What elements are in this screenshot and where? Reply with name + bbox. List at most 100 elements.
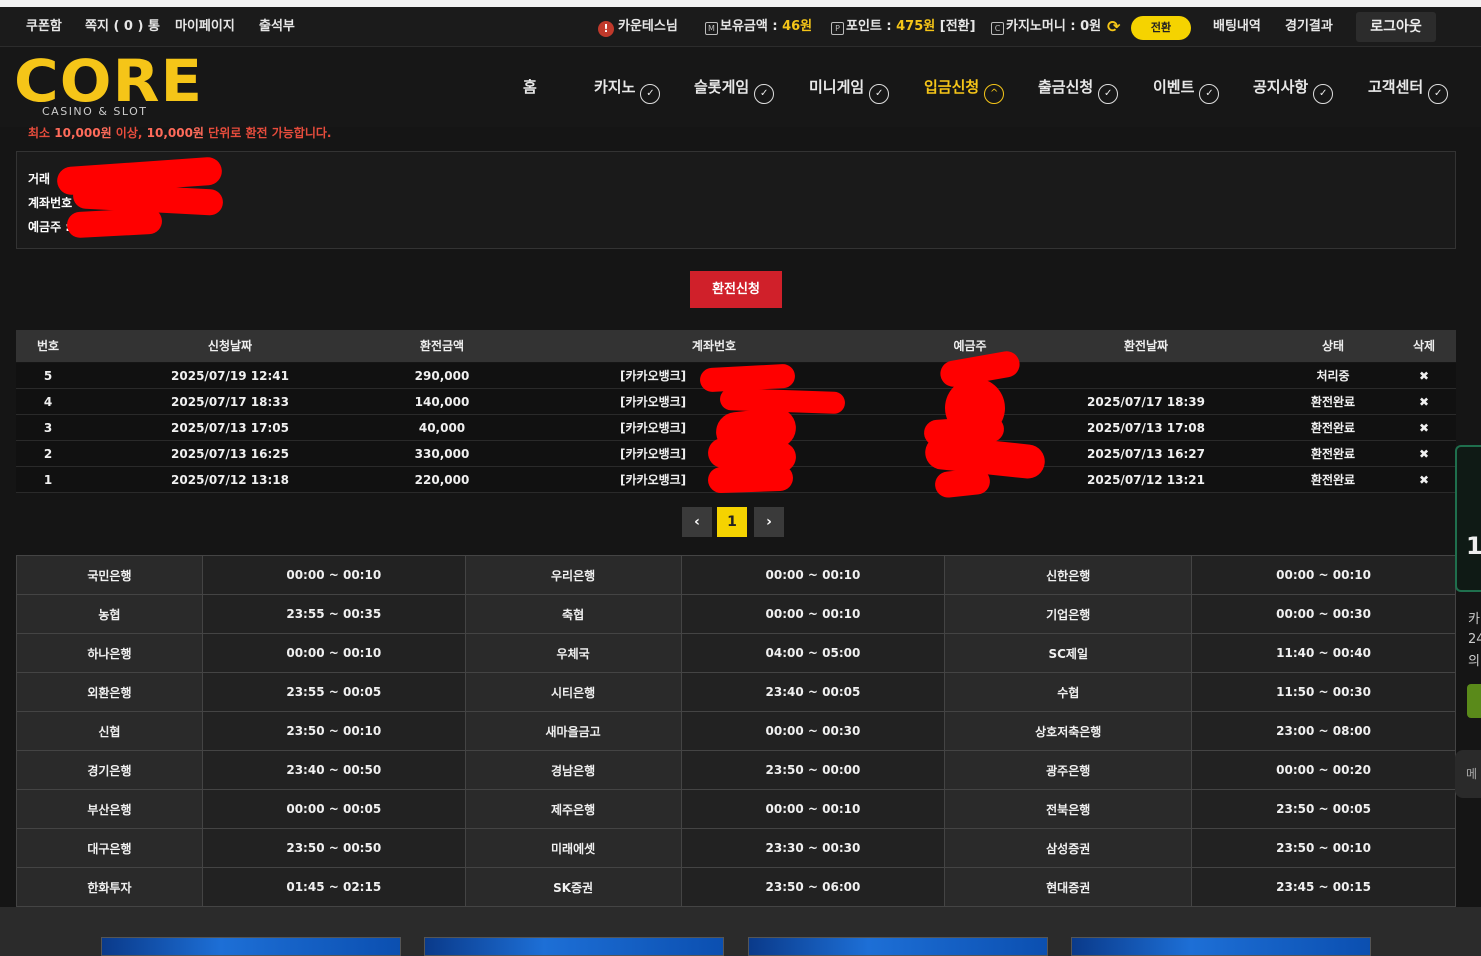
convert-button[interactable]: 전환 (1131, 16, 1191, 40)
logout-button[interactable]: 로그아웃 (1356, 12, 1436, 42)
nav-support[interactable]: 고객센터 ✓ (1368, 72, 1449, 104)
nav-casino[interactable]: 카지노 ✓ (594, 72, 661, 104)
bank-hours-row: 국민은행 00:00 ~ 00:10 우리은행 00:00 ~ 00:10 신한은행 00… (16, 555, 1456, 595)
header-status: 상태 (1321, 339, 1345, 353)
header-no: 번호 (36, 339, 60, 353)
side-menu-label: 메 (1466, 767, 1478, 781)
chevron-down-icon: ✓ (1199, 84, 1220, 104)
bank-time-cell: 11:50 ~ 00:30 (1191, 672, 1456, 712)
nav-withdraw[interactable]: 출금신청 ✓ (1038, 72, 1119, 104)
bank-name-cell: 상호저축은행 (944, 711, 1193, 751)
mypage-link[interactable]: 마이페이지 (175, 7, 235, 47)
refresh-icon[interactable]: ⟳ (1107, 18, 1125, 36)
game-banner[interactable] (748, 937, 1048, 956)
nav-label: 홈 (523, 78, 537, 96)
delete-icon[interactable]: ✖ (1400, 467, 1448, 493)
chevron-down-icon: ✓ (754, 84, 775, 104)
nav-deposit[interactable]: 입금신청 ^ (924, 72, 1005, 104)
game-banner[interactable] (101, 937, 401, 956)
header: CORE CASINO & SLOT 홈 카지노 ✓ 슬롯게임 ✓ 미니게임 ✓ 입금… (0, 47, 1481, 127)
bank-maintenance-table: 국민은행 00:00 ~ 00:10 우리은행 00:00 ~ 00:10 신한은행 00… (16, 555, 1456, 907)
redaction (707, 464, 794, 494)
bank-time-cell: 23:50 ~ 00:05 (1191, 789, 1456, 829)
header-amount: 환전금액 (419, 339, 465, 353)
casino-money-info: C 카지노머니 : 0원 (991, 7, 1101, 47)
bank-name-cell: 농협 (16, 594, 203, 634)
cell-date: 2025/07/12 13:18 (171, 473, 289, 487)
nav-label: 입금신청 (924, 78, 980, 96)
prev-page-button[interactable]: ‹ (682, 507, 712, 537)
nav-notice[interactable]: 공지사항 ✓ (1253, 72, 1334, 104)
side-widget-number: 1 (1466, 532, 1481, 560)
delete-icon[interactable]: ✖ (1400, 415, 1448, 441)
delete-icon[interactable]: ✖ (1400, 363, 1448, 389)
bank-hours-row: 농협 23:55 ~ 00:35 축협 00:00 ~ 00:10 기업은행 00:00 … (16, 594, 1456, 634)
cell-exchanged: 2025/07/13 17:08 (1087, 421, 1205, 435)
cell-no: 1 (43, 473, 53, 487)
bank-name-cell: 부산은행 (16, 789, 203, 829)
delete-icon[interactable]: ✖ (1400, 389, 1448, 415)
side-menu-button[interactable]: 메 (1455, 750, 1481, 798)
chevron-down-icon: ✓ (1428, 84, 1449, 104)
page-number-button[interactable]: 1 (717, 507, 747, 537)
nav-label: 공지사항 (1253, 78, 1309, 96)
cell-date: 2025/07/19 12:41 (171, 369, 289, 383)
game-banner[interactable] (424, 937, 724, 956)
cell-exchanged: 2025/07/13 16:27 (1087, 447, 1205, 461)
bank-time-cell: 23:45 ~ 00:15 (1191, 867, 1456, 907)
nav-label: 슬롯게임 (694, 78, 750, 96)
points-label: 포인트 : (846, 19, 897, 34)
nav-slot[interactable]: 슬롯게임 ✓ (694, 72, 775, 104)
cell-date: 2025/07/17 18:33 (171, 395, 289, 409)
game-banner[interactable] (1071, 937, 1371, 956)
bank-time-cell: 23:40 ~ 00:05 (680, 672, 946, 712)
side-widget[interactable] (1455, 445, 1481, 592)
bank-time-cell: 11:40 ~ 00:40 (1191, 633, 1456, 673)
balance-label: 보유금액 : (720, 19, 783, 34)
logo[interactable]: CORE (14, 51, 202, 111)
delete-icon[interactable]: ✖ (1400, 441, 1448, 467)
exchange-notice: 최소 10,000원 이상, 10,000원 단위로 환전 가능합니다. (28, 124, 331, 141)
bank-hours-row: 한화투자 01:45 ~ 02:15 SK증권 23:50 ~ 06:00 현대증권 23… (16, 867, 1456, 907)
bank-name-cell: 현대증권 (944, 867, 1193, 907)
match-results-link[interactable]: 경기결과 (1285, 7, 1333, 47)
cell-status: 처리중 (1316, 369, 1350, 383)
points-value: 475원 (896, 19, 936, 34)
bank-label: 거래 (28, 172, 51, 186)
chevron-up-icon: ^ (984, 84, 1005, 104)
user-name: 카운테스님 (618, 19, 678, 34)
exchange-request-button[interactable]: 환전신청 (690, 271, 782, 308)
account-holder-label: 예금주 : (28, 220, 71, 234)
nav-label: 고객센터 (1368, 78, 1424, 96)
bank-time-cell: 23:00 ~ 08:00 (1191, 711, 1456, 751)
nav-event[interactable]: 이벤트 ✓ (1153, 72, 1220, 104)
bank-name-cell: 우리은행 (464, 555, 682, 595)
cell-no: 5 (43, 369, 53, 383)
message-link[interactable]: 쪽지 ( 0 ) 통 (85, 7, 160, 47)
nav-minigame[interactable]: 미니게임 ✓ (809, 72, 890, 104)
nav-label: 미니게임 (809, 78, 865, 96)
nav-label: 이벤트 (1153, 78, 1195, 96)
side-action-button[interactable] (1467, 684, 1481, 718)
bank-name-cell: 시티은행 (464, 672, 682, 712)
nav-home[interactable]: 홈 (523, 72, 537, 102)
bank-hours-row: 대구은행 23:50 ~ 00:50 미래에셋 23:30 ~ 00:30 삼성증권 23… (16, 828, 1456, 868)
bank-hours-row: 신협 23:50 ~ 00:10 새마을금고 00:00 ~ 00:30 상호저축은행 2… (16, 711, 1456, 751)
cell-date: 2025/07/13 16:25 (171, 447, 289, 461)
bank-name-cell: 광주은행 (944, 750, 1193, 790)
attendance-link[interactable]: 출석부 (259, 7, 295, 47)
cell-status: 환전완료 (1310, 395, 1356, 409)
cell-amount: 290,000 (414, 369, 470, 383)
coupon-link[interactable]: 쿠폰함 (26, 7, 62, 47)
nav-label: 카지노 (594, 78, 636, 96)
bank-name-cell: 외환은행 (16, 672, 203, 712)
cell-exchanged (1076, 363, 1216, 389)
bank-time-cell: 23:30 ~ 00:30 (680, 828, 946, 868)
points-info[interactable]: P 포인트 : 475원 [전환] (831, 7, 976, 47)
account-info-box: 거래 계좌번호 예금주 : (16, 151, 1456, 249)
bet-history-link[interactable]: 배팅내역 (1213, 7, 1261, 47)
next-page-button[interactable]: › (754, 507, 784, 537)
notice-amount: 10,000원 (54, 126, 112, 140)
bank-time-cell: 00:00 ~ 00:10 (201, 555, 466, 595)
points-convert-link[interactable]: [전환] (935, 19, 976, 34)
